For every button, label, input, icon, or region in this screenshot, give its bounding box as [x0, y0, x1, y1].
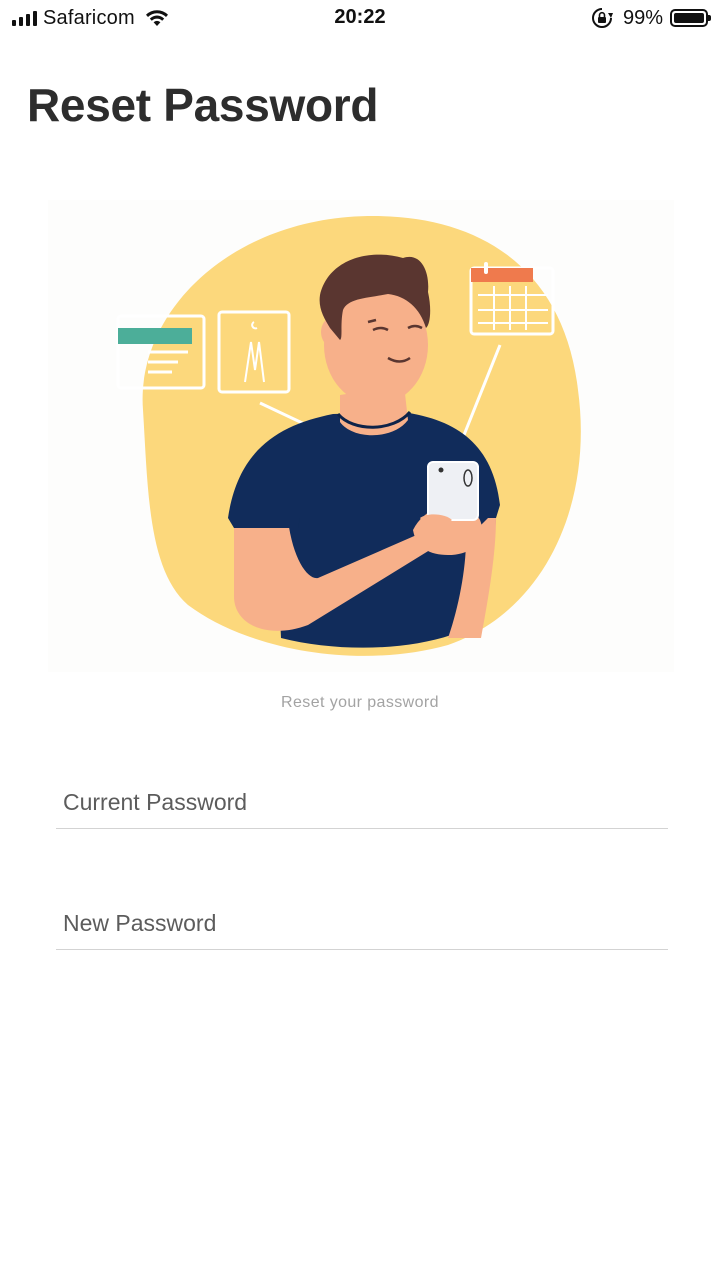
new-password-field [56, 897, 668, 950]
new-password-input[interactable] [63, 897, 659, 949]
page-title: Reset Password [27, 79, 379, 131]
status-bar: Safaricom 20:22 99% [0, 0, 720, 38]
current-password-input[interactable] [63, 776, 659, 828]
current-password-field [56, 776, 668, 829]
reset-password-screen: Safaricom 20:22 99% Reset Password Reset… [0, 0, 720, 1280]
reset-subtitle: Reset your password [281, 694, 439, 711]
man-with-phone-illustration [116, 216, 581, 656]
battery-icon [670, 9, 711, 27]
status-right: 99% [591, 6, 711, 30]
battery-percent: 99% [622, 6, 663, 29]
rotation-lock-icon [592, 8, 613, 28]
reset-password-illustration [48, 200, 674, 672]
